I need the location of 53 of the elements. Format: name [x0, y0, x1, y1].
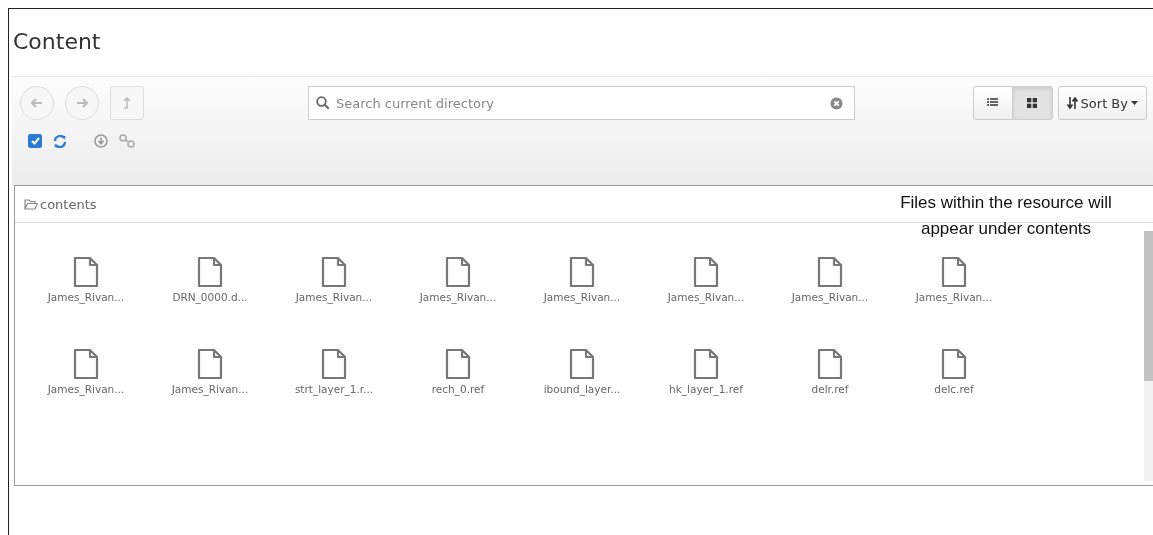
file-icon [693, 348, 719, 380]
download-icon[interactable] [94, 134, 108, 148]
file-icon [569, 348, 595, 380]
file-icon [321, 348, 347, 380]
list-view-button[interactable] [972, 86, 1013, 120]
grid-view-button[interactable] [1012, 86, 1053, 120]
file-item[interactable]: James_Rivan... [892, 256, 1016, 303]
file-icon [817, 256, 843, 288]
file-item[interactable]: strt_layer_1.r... [272, 348, 396, 395]
file-item[interactable]: James_Rivan... [396, 256, 520, 303]
file-item[interactable]: James_Rivan... [24, 348, 148, 395]
file-icon [197, 348, 223, 380]
file-icon [569, 256, 595, 288]
refresh-icon[interactable] [53, 134, 67, 148]
list-icon [987, 98, 999, 108]
file-icon [73, 348, 99, 380]
up-arrow-icon [123, 97, 131, 109]
file-icon [73, 256, 99, 288]
file-icon [321, 256, 347, 288]
left-arrow-icon [31, 98, 43, 108]
file-item[interactable]: DRN_0000.d... [148, 256, 272, 303]
file-icon [445, 256, 471, 288]
annotation-text: Files within the resource will appear under contents [899, 192, 1113, 240]
file-item[interactable]: James_Rivan... [24, 256, 148, 303]
file-item[interactable]: delc.ref [892, 348, 1016, 395]
file-item[interactable]: hk_layer_1.ref [644, 348, 768, 395]
file-icon [197, 256, 223, 288]
file-item[interactable]: ibound_layer... [520, 348, 644, 395]
file-item[interactable]: James_Rivan... [520, 256, 644, 303]
file-icon [941, 256, 967, 288]
link-icon[interactable] [119, 134, 135, 148]
file-icon [445, 348, 471, 380]
page-title: Content [12, 28, 102, 56]
file-item[interactable]: rech_0.ref [396, 348, 520, 395]
file-item[interactable]: James_Rivan... [272, 256, 396, 303]
folder-icon [24, 198, 38, 210]
caret-icon [1131, 101, 1138, 105]
scrollbar[interactable] [1144, 231, 1153, 481]
breadcrumb-link[interactable]: contents [24, 196, 97, 212]
sort-by-button[interactable]: Sort By [1057, 86, 1147, 120]
grid-icon [1027, 98, 1038, 108]
file-item[interactable]: James_Rivan... [148, 348, 272, 395]
search-field[interactable]: Search current directory [308, 86, 855, 120]
file-item[interactable]: delr.ref [768, 348, 892, 395]
clear-icon[interactable] [830, 97, 843, 110]
sort-icon [1066, 97, 1078, 109]
file-item[interactable]: James_Rivan... [644, 256, 768, 303]
select-all-checkbox[interactable] [28, 134, 42, 148]
file-item[interactable]: James_Rivan... [768, 256, 892, 303]
file-icon [693, 256, 719, 288]
right-arrow-icon [76, 98, 88, 108]
file-icon [817, 348, 843, 380]
file-icon [941, 348, 967, 380]
